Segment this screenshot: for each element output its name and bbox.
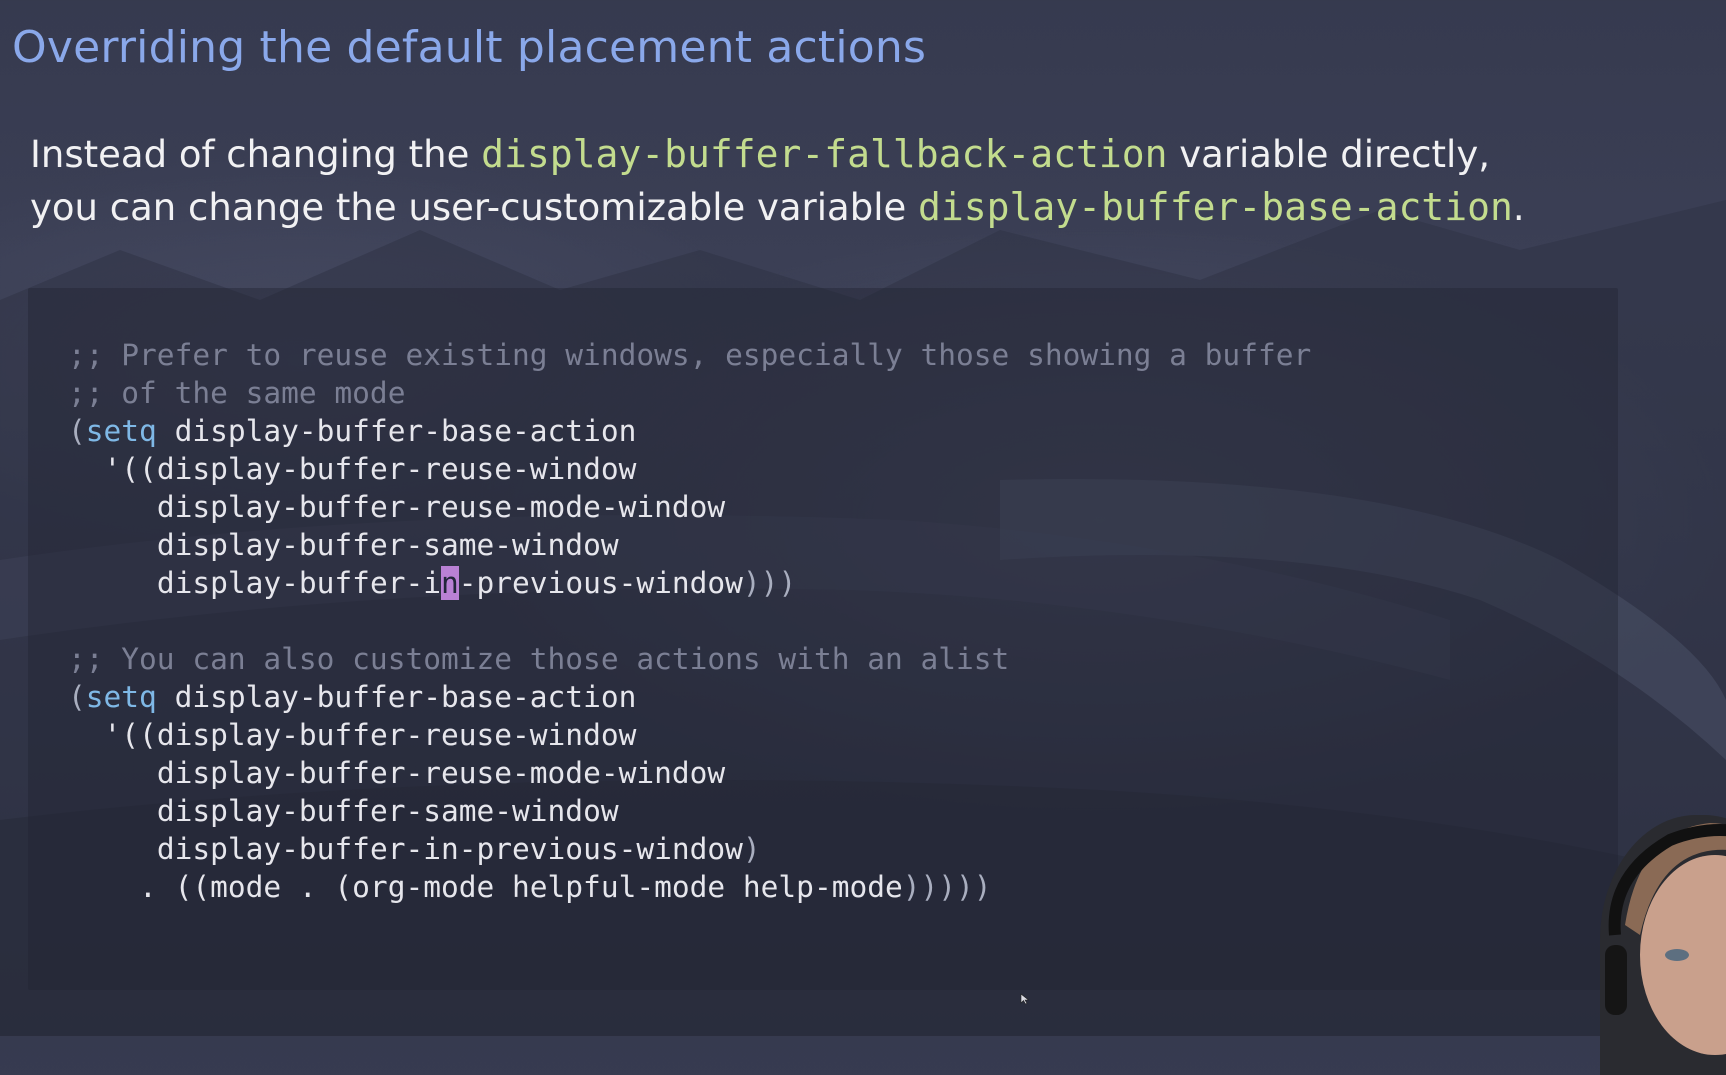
code-block: ;; Prefer to reuse existing windows, esp…	[28, 288, 1618, 990]
code-symbol: display-buffer-same-window	[156, 528, 619, 562]
code-symbol: display-buffer-reuse-mode-window	[156, 490, 726, 524]
code-comment: ;; You can also customize those actions …	[68, 642, 1010, 676]
code-symbol: display-buffer-base-action	[174, 414, 637, 448]
variable-name: display-buffer-fallback-action	[481, 132, 1168, 176]
code-comment: ;; of the same mode	[68, 376, 406, 410]
variable-name: display-buffer-base-action	[918, 185, 1513, 229]
mouse-pointer-icon	[1020, 993, 1030, 1005]
code-comment: ;; Prefer to reuse existing windows, esp…	[68, 338, 1312, 372]
code-listing[interactable]: ;; Prefer to reuse existing windows, esp…	[68, 336, 1311, 906]
text-cursor: n	[440, 566, 459, 600]
slide-title: Overriding the default placement actions	[12, 22, 927, 73]
code-symbol: display-buffer-base-action	[174, 680, 637, 714]
code-symbol: -previous-window	[458, 566, 743, 600]
intro-text: Instead of changing the	[30, 133, 482, 176]
intro-text: variable directly,	[1167, 133, 1490, 176]
code-alist: . ((mode . (org-mode helpful-mode help-m…	[139, 870, 903, 904]
code-symbol: display-buffer-reuse-window	[156, 718, 637, 752]
code-symbol: display-buffer-in-previous-window	[156, 832, 743, 866]
setq-keyword: setq	[85, 680, 157, 714]
code-symbol: display-buffer-i	[156, 566, 441, 600]
code-symbol: display-buffer-reuse-window	[156, 452, 637, 486]
intro-text: you can change the user-customizable var…	[30, 186, 919, 229]
presenter-face	[1600, 815, 1726, 1075]
presenter-webcam	[1600, 815, 1726, 1075]
setq-keyword: setq	[85, 414, 157, 448]
code-symbol: display-buffer-same-window	[156, 794, 619, 828]
intro-paragraph: Instead of changing the display-buffer-f…	[30, 128, 1670, 234]
intro-text: .	[1512, 186, 1525, 229]
code-symbol: display-buffer-reuse-mode-window	[156, 756, 726, 790]
